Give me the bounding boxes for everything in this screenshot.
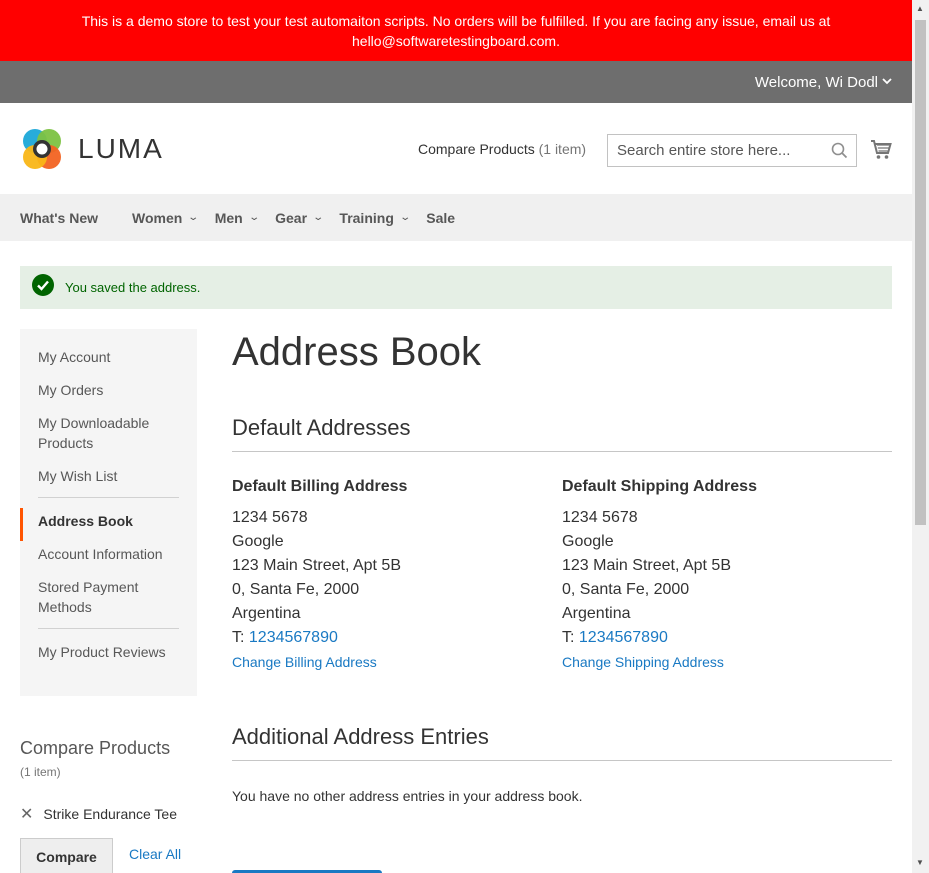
shipping-phone-link[interactable]: 1234567890	[579, 629, 668, 646]
account-sidebar: My Account My Orders My Downloadable Pro…	[20, 329, 197, 696]
additional-addresses-title: Additional Address Entries	[232, 724, 892, 761]
default-addresses-title: Default Addresses	[232, 415, 892, 452]
billing-title: Default Billing Address	[232, 478, 408, 495]
nav-sale[interactable]: Sale	[426, 210, 455, 226]
welcome-bar: Welcome, Wi Dodl	[0, 61, 912, 103]
chevron-down-icon: ⌄	[399, 212, 411, 223]
sidebar-item-address-book: Address Book	[20, 508, 197, 541]
billing-line: 123 Main Street, Apt 5B	[232, 557, 401, 574]
nav-label: What's New	[20, 209, 99, 226]
scroll-down-icon[interactable]: ▼	[916, 858, 924, 867]
chevron-down-icon: ⌄	[248, 212, 260, 223]
nav-label: Men	[214, 209, 243, 226]
success-message: You saved the address.	[20, 266, 892, 309]
luma-logo-icon	[23, 129, 61, 169]
shipping-line: 0, Santa Fe, 2000	[562, 581, 690, 598]
cart-icon[interactable]	[870, 139, 892, 165]
scrollbar[interactable]: ▲ ▼	[912, 0, 929, 873]
main-content: Address Book Default Addresses Default B…	[232, 327, 892, 804]
nav-label: Training	[339, 209, 394, 226]
sidebar-item-wish-list[interactable]: My Wish List	[20, 463, 197, 496]
sidebar-item-my-orders[interactable]: My Orders	[20, 377, 197, 410]
shipping-line: Argentina	[562, 605, 631, 622]
check-circle-icon	[32, 274, 54, 301]
chevron-down-icon[interactable]	[882, 76, 892, 88]
billing-line: 0, Santa Fe, 2000	[232, 581, 360, 598]
remove-icon[interactable]: ✕	[20, 804, 33, 824]
shipping-line: 1234 5678	[562, 509, 638, 526]
nav-label: Gear	[275, 209, 308, 226]
sidebar-item-account-information[interactable]: Account Information	[20, 541, 197, 574]
billing-phone-link[interactable]: 1234567890	[249, 629, 338, 646]
nav-label: Sale	[426, 209, 456, 226]
page: This is a demo store to test your test a…	[0, 0, 912, 873]
sidebar-item-stored-payment-methods[interactable]: Stored Payment Methods	[20, 574, 170, 627]
success-text: You saved the address.	[65, 280, 201, 295]
compare-block-count: (1 item)	[20, 765, 61, 779]
search-icon[interactable]	[831, 142, 848, 164]
search-input[interactable]	[608, 135, 823, 166]
welcome-menu[interactable]: Welcome, Wi Dodl	[755, 74, 878, 91]
default-addresses: Default Billing Address 1234 5678 Google…	[232, 478, 892, 670]
shipping-line: 123 Main Street, Apt 5B	[562, 557, 731, 574]
search-box	[607, 134, 857, 167]
chevron-down-icon: ⌄	[187, 212, 200, 223]
sidebar-divider	[38, 497, 179, 498]
shipping-phone-line: T: 1234567890	[562, 626, 892, 650]
compare-products-block: Compare Products (1 item) ✕ Strike Endur…	[20, 738, 200, 873]
sidebar-item-product-reviews[interactable]: My Product Reviews	[20, 639, 197, 672]
compare-product-name[interactable]: Strike Endurance Tee	[43, 806, 177, 822]
billing-address-box: Default Billing Address 1234 5678 Google…	[232, 478, 562, 670]
billing-line: 1234 5678	[232, 509, 308, 526]
scroll-up-icon[interactable]: ▲	[916, 4, 924, 13]
change-billing-address-link[interactable]: Change Billing Address	[232, 654, 562, 670]
billing-line: Argentina	[232, 605, 301, 622]
billing-phone-line: T: 1234567890	[232, 626, 562, 650]
logo[interactable]: LUMA	[20, 126, 164, 172]
compare-count: (1 item)	[538, 141, 587, 157]
nav-training[interactable]: Training ⌄	[339, 209, 411, 226]
sidebar-item-downloadable-products[interactable]: My Downloadable Products	[20, 410, 175, 463]
nav-women[interactable]: Women ⌄	[132, 209, 200, 226]
compare-products-link[interactable]: Compare Products (1 item)	[418, 141, 586, 157]
clear-all-link[interactable]: Clear All	[129, 846, 181, 862]
logo-text: LUMA	[78, 133, 164, 164]
sidebar-item-my-account[interactable]: My Account	[20, 344, 197, 377]
shipping-address-box: Default Shipping Address 1234 5678 Googl…	[562, 478, 892, 670]
page-title: Address Book	[232, 330, 482, 374]
phone-prefix: T:	[232, 629, 249, 646]
nav-gear[interactable]: Gear ⌄	[275, 209, 325, 226]
phone-prefix: T:	[562, 629, 579, 646]
nav-men[interactable]: Men ⌄	[214, 209, 260, 226]
compare-button[interactable]: Compare	[20, 838, 113, 873]
compare-product-item: ✕ Strike Endurance Tee	[20, 804, 200, 824]
scrollbar-thumb[interactable]	[915, 20, 926, 525]
nav-label: Women	[132, 209, 183, 226]
header: LUMA Compare Products (1 item)	[0, 103, 912, 194]
compare-block-title: Compare Products	[20, 738, 171, 758]
change-shipping-address-link[interactable]: Change Shipping Address	[562, 654, 892, 670]
no-address-entries-text: You have no other address entries in you…	[232, 788, 583, 804]
nav-whats-new[interactable]: What's New	[20, 210, 98, 226]
chevron-down-icon: ⌄	[312, 212, 325, 223]
sidebar-divider	[38, 628, 179, 629]
billing-line: Google	[232, 533, 284, 550]
shipping-title: Default Shipping Address	[562, 478, 757, 495]
main-nav: What's New Women ⌄ Men ⌄ Gear ⌄ Training ⌄ S…	[0, 194, 912, 241]
compare-products-label: Compare Products	[418, 141, 535, 157]
demo-notice: This is a demo store to test your test a…	[0, 0, 912, 61]
shipping-line: Google	[562, 533, 614, 550]
